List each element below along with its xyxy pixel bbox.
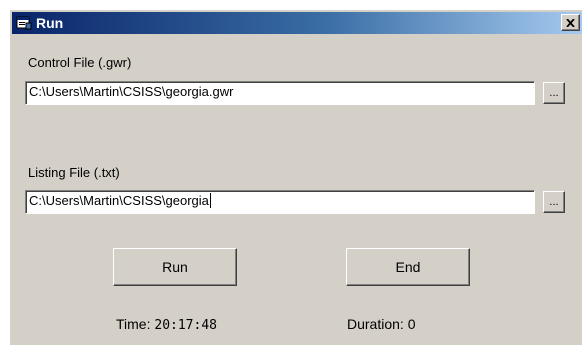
text-caret <box>209 193 211 208</box>
close-icon <box>566 14 575 32</box>
control-file-value: C:\Users\Martin\CSISS\georgia.gwr <box>29 84 234 99</box>
run-button[interactable]: Run <box>113 248 237 286</box>
listing-file-input[interactable]: C:\Users\Martin\CSISS\georgia <box>25 190 535 214</box>
listing-file-browse-button[interactable]: ... <box>543 191 565 213</box>
time-status: Time: 20:17:48 <box>116 316 217 334</box>
listing-file-value: C:\Users\Martin\CSISS\georgia <box>29 193 209 208</box>
window-title: Run <box>36 15 64 31</box>
duration-value: 0 <box>407 316 416 332</box>
control-file-label: Control File (.gwr) <box>28 55 132 70</box>
run-dialog: Run Control File (.gwr) C:\Users\Martin\… <box>9 9 582 345</box>
end-button[interactable]: End <box>346 248 470 286</box>
control-file-input[interactable]: C:\Users\Martin\CSISS\georgia.gwr <box>25 81 535 105</box>
time-label: Time: <box>116 316 151 332</box>
close-button[interactable] <box>561 14 580 31</box>
duration-label: Duration: <box>347 316 404 332</box>
title-bar[interactable]: Run <box>12 12 582 34</box>
time-value: 20:17:48 <box>154 318 217 333</box>
control-file-browse-button[interactable]: ... <box>543 82 565 104</box>
run-app-icon <box>16 15 32 31</box>
listing-file-label: Listing File (.txt) <box>28 165 120 180</box>
duration-status: Duration: 0 <box>347 316 416 332</box>
